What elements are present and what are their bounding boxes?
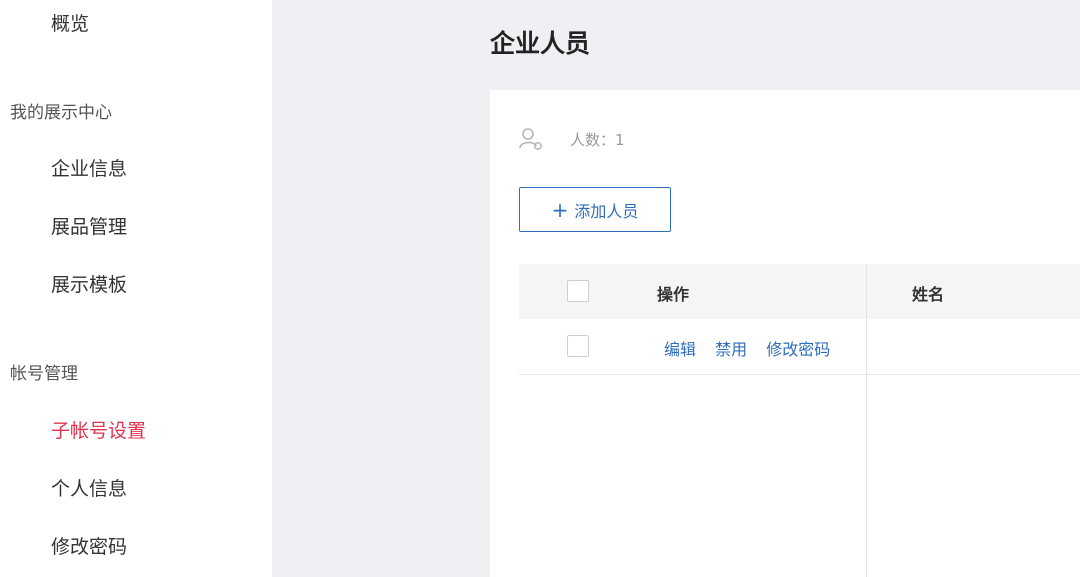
edit-link[interactable]: 编辑 — [664, 340, 696, 359]
sidebar-group-account-management: 帐号管理 — [10, 364, 78, 384]
sidebar-group-display-center: 我的展示中心 — [10, 103, 112, 123]
members-panel: 人数：1 + 添加人员 操作 姓名 编辑 禁用 修改密码 — [490, 90, 1080, 577]
add-member-label: 添加人员 — [574, 201, 639, 221]
sidebar-item-personal-info[interactable]: 个人信息 — [51, 474, 127, 501]
sidebar-item-sub-account-settings[interactable]: 子帐号设置 — [51, 416, 146, 443]
sidebar-item-company-info[interactable]: 企业信息 — [51, 154, 127, 181]
sidebar: 概览 我的展示中心 企业信息 展品管理 展示模板 帐号管理 子帐号设置 个人信息… — [0, 0, 272, 577]
members-table: 操作 姓名 编辑 禁用 修改密码 — [519, 264, 1080, 375]
select-all-checkbox[interactable] — [567, 280, 589, 302]
member-count: 人数：1 — [570, 130, 625, 149]
add-member-button[interactable]: + 添加人员 — [519, 187, 671, 232]
sidebar-item-exhibit-management[interactable]: 展品管理 — [51, 212, 127, 239]
row-actions: 编辑 禁用 修改密码 — [664, 336, 844, 360]
table-row: 编辑 禁用 修改密码 — [519, 319, 1080, 375]
disable-link[interactable]: 禁用 — [715, 340, 747, 359]
change-password-link[interactable]: 修改密码 — [766, 340, 830, 359]
sidebar-item-display-template[interactable]: 展示模板 — [51, 270, 127, 297]
member-count-row: 人数：1 — [518, 126, 625, 152]
table-header: 操作 姓名 — [519, 264, 1080, 319]
user-settings-icon — [519, 128, 542, 150]
sidebar-item-overview[interactable]: 概览 — [51, 9, 89, 36]
page-title: 企业人员 — [490, 29, 591, 58]
sidebar-item-change-password[interactable]: 修改密码 — [51, 532, 127, 559]
row-checkbox[interactable] — [567, 335, 589, 357]
column-divider — [866, 264, 867, 577]
plus-icon: + — [551, 197, 569, 222]
column-header-name: 姓名 — [912, 285, 945, 304]
column-header-actions: 操作 — [657, 285, 690, 304]
